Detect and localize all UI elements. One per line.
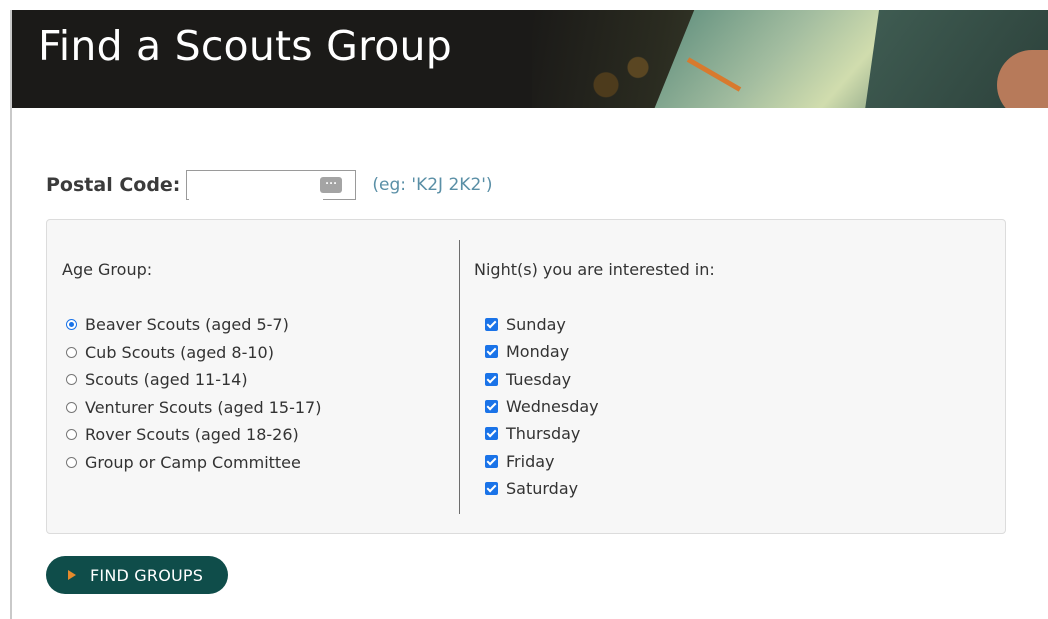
postal-code-hint: (eg: 'K2J 2K2') bbox=[372, 175, 493, 195]
search-criteria-panel: Age Group: Beaver Scouts (aged 5-7) Cub … bbox=[46, 219, 1006, 534]
checkbox-icon[interactable] bbox=[485, 427, 498, 441]
radio-icon[interactable] bbox=[66, 429, 77, 441]
age-option-label: Scouts (aged 11-14) bbox=[85, 370, 248, 390]
age-group-title: Age Group: bbox=[62, 260, 153, 279]
night-option-saturday[interactable]: Saturday bbox=[485, 475, 599, 502]
age-group-list: Beaver Scouts (aged 5-7) Cub Scouts (age… bbox=[66, 311, 321, 476]
night-option-monday[interactable]: Monday bbox=[485, 338, 599, 365]
radio-icon[interactable] bbox=[66, 456, 77, 468]
postal-code-input[interactable] bbox=[189, 172, 324, 200]
age-option-label: Group or Camp Committee bbox=[85, 452, 301, 472]
night-option-label: Saturday bbox=[506, 478, 579, 498]
night-option-label: Sunday bbox=[506, 315, 566, 335]
age-option-venturer[interactable]: Venturer Scouts (aged 15-17) bbox=[66, 394, 321, 422]
ellipsis-icon[interactable]: ··· bbox=[320, 177, 343, 193]
radio-icon[interactable] bbox=[66, 319, 77, 331]
column-divider bbox=[459, 240, 460, 514]
night-option-label: Tuesday bbox=[506, 369, 572, 389]
checkbox-icon[interactable] bbox=[485, 481, 498, 495]
night-option-friday[interactable]: Friday bbox=[485, 447, 599, 474]
checkbox-icon[interactable] bbox=[485, 400, 498, 414]
night-option-sunday[interactable]: Sunday bbox=[485, 311, 599, 338]
radio-icon[interactable] bbox=[66, 346, 77, 358]
checkbox-icon[interactable] bbox=[485, 372, 498, 386]
age-option-label: Cub Scouts (aged 8-10) bbox=[85, 342, 274, 362]
find-groups-button[interactable]: FIND GROUPS bbox=[46, 556, 228, 594]
page-frame: Find a Scouts Group Postal Code: ··· (eg… bbox=[10, 10, 1048, 619]
age-option-label: Beaver Scouts (aged 5-7) bbox=[85, 315, 289, 335]
postal-code-row: Postal Code: ··· (eg: 'K2J 2K2') bbox=[46, 170, 493, 200]
checkbox-icon[interactable] bbox=[485, 318, 498, 332]
age-option-label: Venturer Scouts (aged 15-17) bbox=[85, 397, 322, 417]
age-option-cub[interactable]: Cub Scouts (aged 8-10) bbox=[66, 339, 321, 367]
age-option-rover[interactable]: Rover Scouts (aged 18-26) bbox=[66, 421, 321, 449]
checkbox-icon[interactable] bbox=[485, 345, 498, 359]
banner-leaves bbox=[582, 50, 662, 108]
age-option-label: Rover Scouts (aged 18-26) bbox=[85, 425, 299, 445]
radio-icon[interactable] bbox=[66, 374, 77, 386]
age-option-beaver[interactable]: Beaver Scouts (aged 5-7) bbox=[66, 311, 321, 339]
radio-icon[interactable] bbox=[66, 401, 77, 413]
night-option-label: Wednesday bbox=[506, 397, 599, 417]
age-option-committee[interactable]: Group or Camp Committee bbox=[66, 449, 321, 477]
night-option-thursday[interactable]: Thursday bbox=[485, 420, 599, 447]
nights-title: Night(s) you are interested in: bbox=[474, 260, 715, 279]
age-option-scouts[interactable]: Scouts (aged 11-14) bbox=[66, 366, 321, 394]
postal-code-field[interactable]: ··· bbox=[186, 170, 357, 200]
night-option-wednesday[interactable]: Wednesday bbox=[485, 393, 599, 420]
nights-list: Sunday Monday Tuesday Wednesday Thursday… bbox=[485, 311, 599, 502]
night-option-label: Friday bbox=[506, 451, 555, 471]
night-option-tuesday[interactable]: Tuesday bbox=[485, 366, 599, 393]
page-title: Find a Scouts Group bbox=[38, 22, 452, 70]
find-groups-label: FIND GROUPS bbox=[90, 565, 204, 585]
play-arrow-icon bbox=[68, 570, 76, 580]
checkbox-icon[interactable] bbox=[485, 454, 498, 468]
night-option-label: Monday bbox=[506, 342, 570, 362]
header-banner: Find a Scouts Group bbox=[12, 10, 1048, 108]
postal-code-label: Postal Code: bbox=[46, 174, 181, 196]
night-option-label: Thursday bbox=[506, 424, 581, 444]
